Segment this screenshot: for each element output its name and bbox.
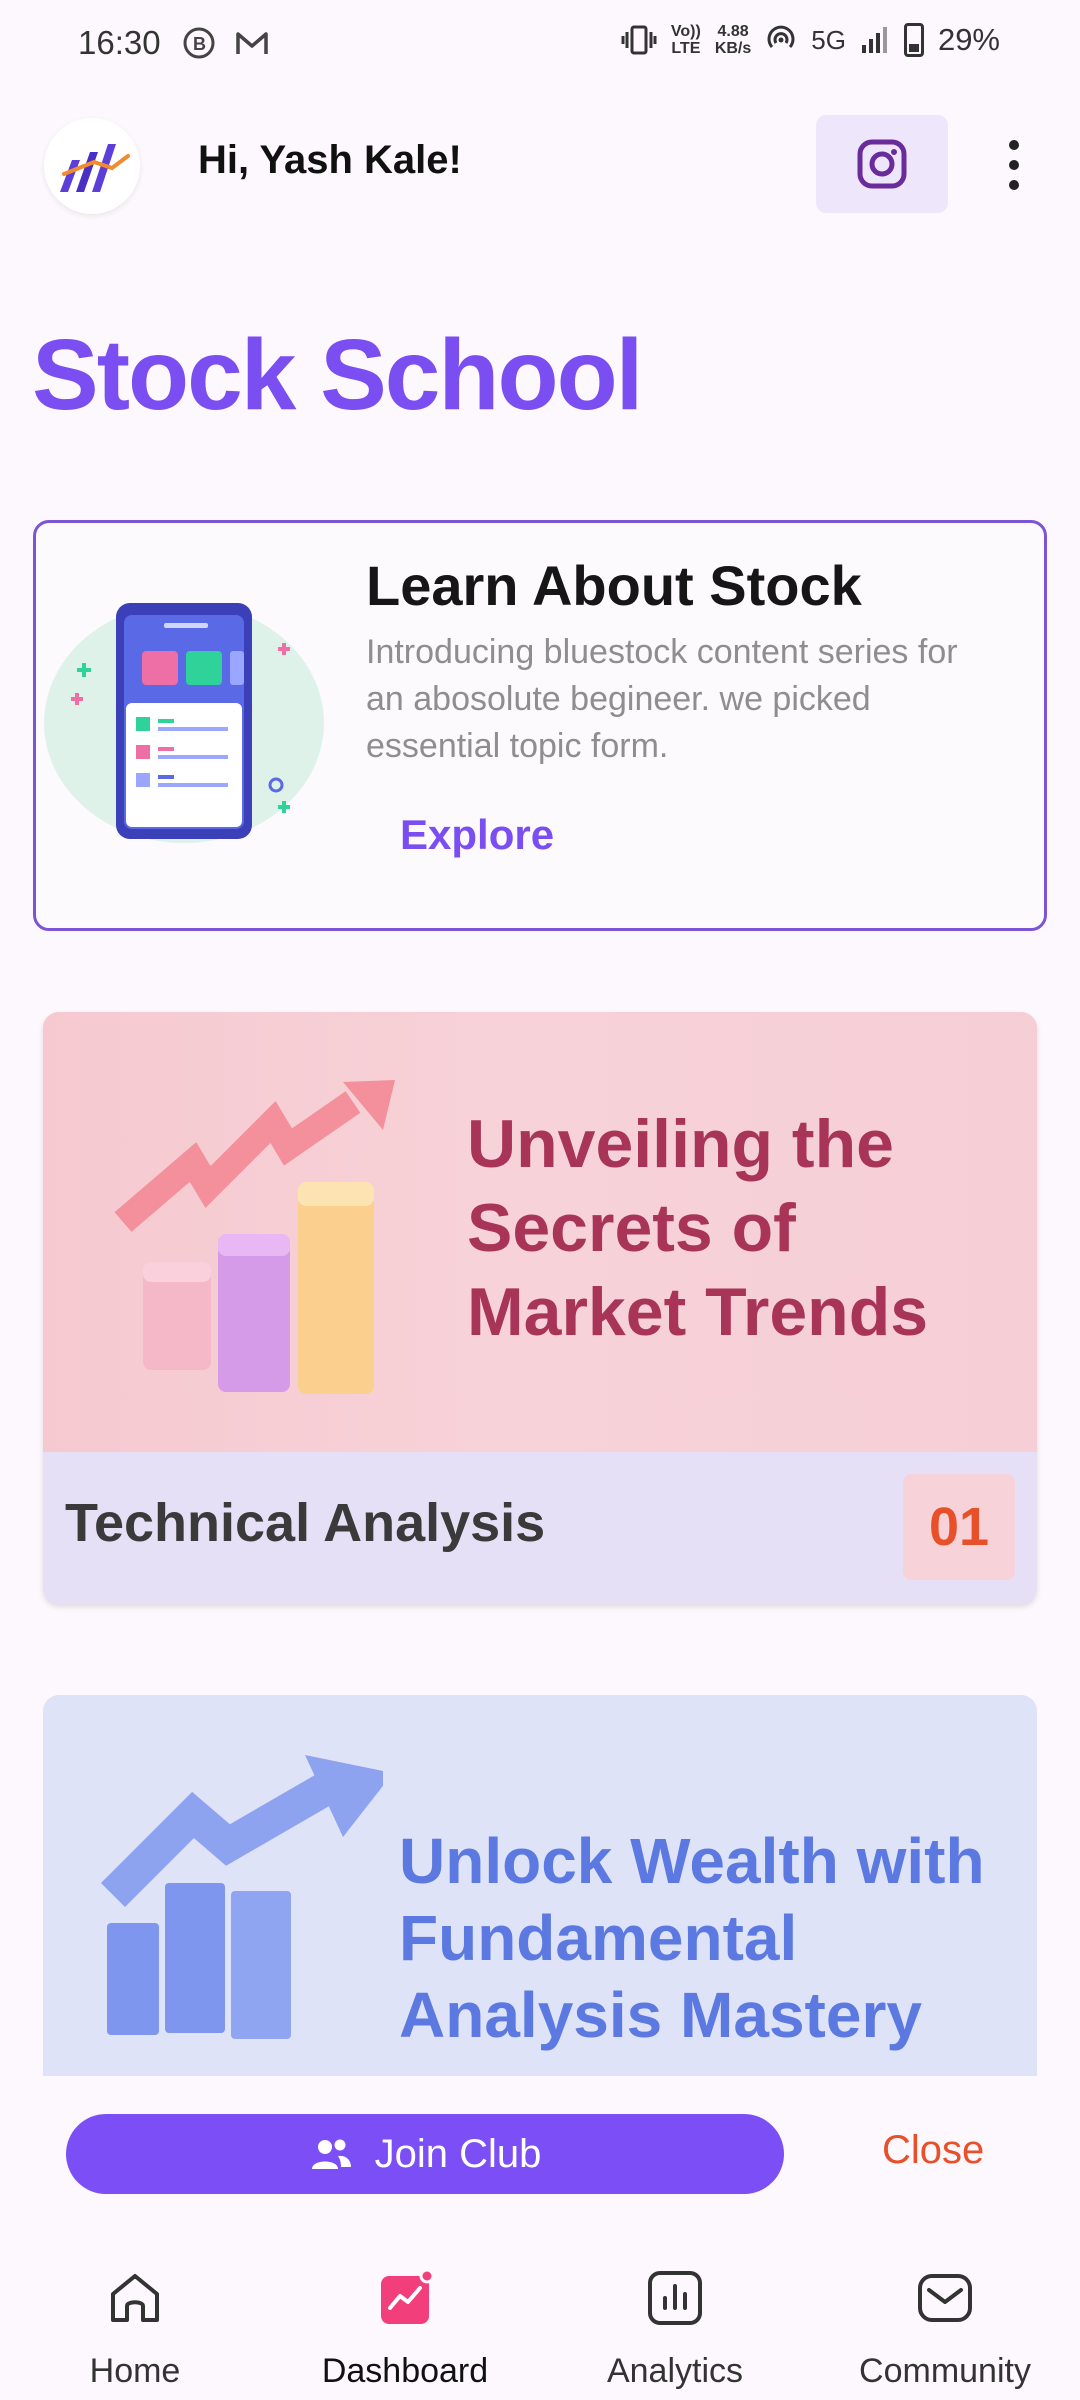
bottom-navigation: Home Dashboard Analytics Community xyxy=(0,2216,1080,2400)
status-time: 16:30 xyxy=(78,24,161,61)
join-club-bar: Join Club Close xyxy=(0,2076,1080,2216)
join-club-label: Join Club xyxy=(374,2131,542,2176)
nav-home-label: Home xyxy=(89,2352,181,2390)
group-icon xyxy=(311,2139,351,2169)
logo-icon xyxy=(60,144,130,192)
learn-about-stock-card[interactable]: Learn About Stock Introducing bluestock … xyxy=(33,520,1047,931)
battery-icon xyxy=(903,23,924,57)
growth-chart-illustration xyxy=(100,1755,383,2039)
close-button[interactable]: Close xyxy=(882,2128,984,2173)
nav-community[interactable]: Community xyxy=(810,2216,1080,2400)
nav-analytics[interactable]: Analytics xyxy=(540,2216,810,2400)
course-banner-text: Unveiling the Secrets of Market Trends xyxy=(467,1106,929,1350)
svg-text:B: B xyxy=(193,34,206,54)
course-number-badge: 01 xyxy=(903,1474,1015,1580)
notification-icons: B xyxy=(182,26,270,60)
vibrate-icon xyxy=(621,25,657,55)
nav-dashboard-label: Dashboard xyxy=(321,2352,489,2390)
course-banner-text: Unlock Wealth with Fundamental Analysis … xyxy=(399,1825,985,2051)
signal-icon xyxy=(861,27,887,53)
instagram-icon xyxy=(857,139,907,189)
course-banner: Unveiling the Secrets of Market Trends xyxy=(43,1012,1037,1452)
b-notification-icon: B xyxy=(183,27,215,59)
app-header: Hi, Yash Kale! xyxy=(0,110,1080,220)
status-indicators: Vo)) LTE 4.88 KB/s 5G 29% xyxy=(621,22,1000,58)
user-greeting: Hi, Yash Kale! xyxy=(198,138,462,182)
join-club-button[interactable]: Join Club xyxy=(66,2114,784,2194)
more-dot xyxy=(1009,140,1019,150)
nav-analytics-label: Analytics xyxy=(606,2352,744,2390)
phone-illustration xyxy=(44,603,324,843)
network-type: 5G xyxy=(811,24,846,55)
home-icon xyxy=(103,2266,167,2330)
course-name: Technical Analysis xyxy=(65,1493,546,1553)
dashboard-icon xyxy=(373,2266,437,2330)
bar-chart-illustration xyxy=(114,1080,395,1394)
nav-community-label: Community xyxy=(859,2352,1031,2390)
status-bar: 16:30 B Vo)) LTE 4.88 KB/s 5G 29% xyxy=(0,0,1080,90)
instagram-button[interactable] xyxy=(816,115,948,213)
nav-home[interactable]: Home xyxy=(0,2216,270,2400)
learn-card-description: Introducing bluestock content series for… xyxy=(366,633,958,765)
battery-level: 29% xyxy=(937,22,1000,57)
more-options-button[interactable] xyxy=(994,130,1034,200)
technical-analysis-course-card[interactable]: Unveiling the Secrets of Market Trends T… xyxy=(43,1012,1037,1604)
fundamental-analysis-course-card[interactable]: Unlock Wealth with Fundamental Analysis … xyxy=(43,1695,1037,2095)
more-dot xyxy=(1009,160,1019,170)
app-logo xyxy=(44,118,140,214)
hotspot-icon xyxy=(767,25,795,48)
learn-card-title: Learn About Stock xyxy=(366,554,862,617)
explore-button[interactable]: Explore xyxy=(400,811,554,859)
nav-dashboard[interactable]: Dashboard xyxy=(270,2216,540,2400)
volte-indicator: Vo)) LTE xyxy=(670,23,701,57)
mail-icon xyxy=(236,32,268,54)
network-speed: 4.88 KB/s xyxy=(714,23,752,57)
community-icon xyxy=(913,2266,977,2330)
more-dot xyxy=(1009,180,1019,190)
analytics-icon xyxy=(643,2266,707,2330)
page-title: Stock School xyxy=(32,319,643,431)
